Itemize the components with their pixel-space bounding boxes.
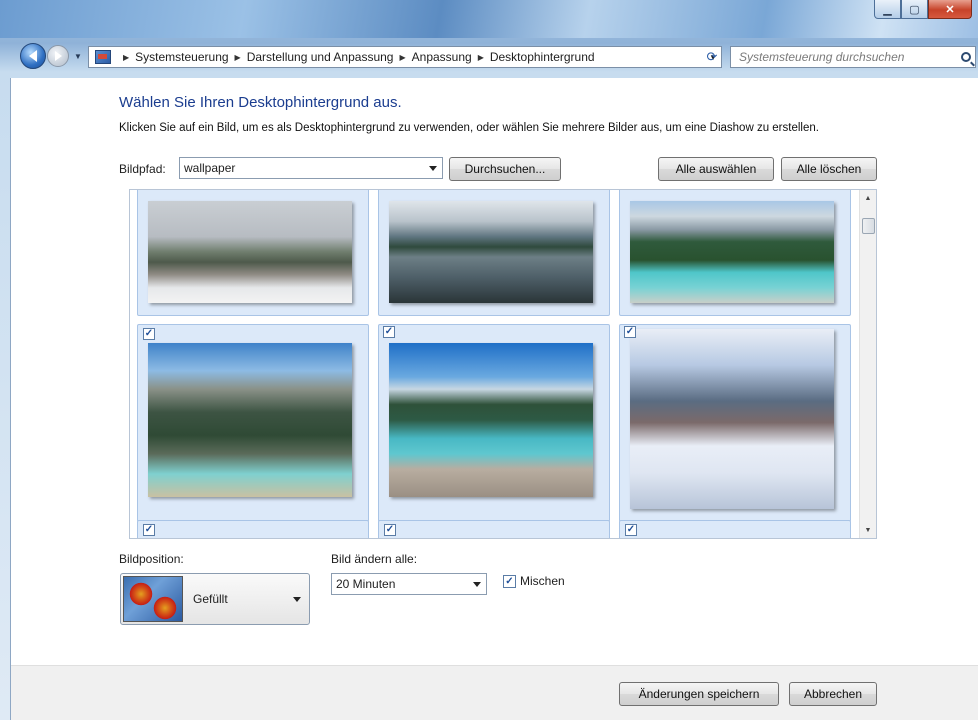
arrow-right-icon (54, 51, 62, 61)
image-gallery: ✓ ✓ ✓ ✓ ✓ ✓ ✓ ▲ (129, 189, 877, 539)
interval-value: 20 Minuten (336, 577, 396, 591)
scroll-down-icon[interactable]: ▼ (860, 522, 876, 538)
refresh-icon[interactable]: ⟳ (700, 46, 724, 68)
shuffle-label: Mischen (520, 574, 565, 588)
position-preview-thumbnail (123, 576, 183, 622)
scroll-thumb[interactable] (862, 218, 875, 234)
image-checkbox[interactable]: ✓ (384, 524, 396, 536)
save-changes-button[interactable]: Änderungen speichern (619, 682, 779, 706)
clear-all-button[interactable]: Alle löschen (781, 157, 877, 181)
wallpaper-thumbnail-snowy-garden (630, 329, 834, 509)
chevron-down-icon (473, 581, 481, 587)
image-tile[interactable]: ✓ ✓ (137, 324, 369, 538)
flower-image (152, 595, 178, 621)
close-icon[interactable]: ✕ (928, 0, 972, 19)
check-icon[interactable]: ✓ (503, 574, 516, 588)
breadcrumb-anpassung[interactable]: Anpassung (412, 50, 472, 64)
forward-button[interactable] (47, 45, 69, 67)
window: ▁ ▢ ✕ ▼ ▶ Systemsteuerung ▶ Darstellung … (0, 0, 978, 720)
minimize-icon[interactable]: ▁ (874, 0, 901, 19)
image-checkbox[interactable]: ✓ (143, 328, 155, 340)
recent-pages-dropdown-icon[interactable]: ▼ (74, 52, 82, 61)
flower-image (128, 581, 154, 607)
position-value: Gefüllt (193, 592, 228, 606)
wallpaper-thumbnail-mountain-valley (148, 343, 352, 497)
breadcrumb-arrow-icon[interactable]: ▶ (123, 53, 129, 62)
arrow-left-icon (29, 50, 37, 62)
maximize-icon[interactable]: ▢ (901, 0, 928, 19)
breadcrumb-darstellung[interactable]: Darstellung und Anpassung (247, 50, 394, 64)
select-all-button[interactable]: Alle auswählen (658, 157, 774, 181)
breadcrumb-arrow-icon[interactable]: ▶ (235, 53, 241, 62)
address-bar[interactable]: ▶ Systemsteuerung ▶ Darstellung und Anpa… (88, 46, 722, 68)
page-description: Klicken Sie auf ein Bild, um es als Desk… (119, 122, 819, 134)
image-tile[interactable] (378, 324, 610, 522)
wallpaper-thumbnail-turquoise-shore (389, 343, 593, 497)
scroll-up-icon[interactable]: ▲ (860, 190, 876, 206)
page-title: Wählen Sie Ihren Desktophintergrund aus. (119, 94, 402, 111)
search-box[interactable] (730, 46, 976, 68)
gallery-scrollbar[interactable]: ▲ ▼ (859, 190, 876, 538)
content-pane: Wählen Sie Ihren Desktophintergrund aus.… (10, 78, 978, 720)
image-tile[interactable] (137, 190, 369, 316)
image-tile[interactable]: ✓ (619, 520, 851, 538)
search-input[interactable] (737, 49, 947, 65)
path-label: Bildpfad: (119, 162, 166, 176)
wallpaper-thumbnail-snowy-lodge (148, 201, 352, 303)
image-tile[interactable]: ✓ (378, 520, 610, 538)
image-checkbox[interactable]: ✓ (383, 326, 395, 338)
chevron-down-icon (429, 165, 437, 171)
image-checkbox[interactable]: ✓ (625, 524, 637, 536)
image-tile[interactable] (619, 324, 851, 522)
wallpaper-thumbnail-turquoise-lake (630, 201, 834, 303)
image-tile[interactable] (378, 190, 610, 316)
interval-select[interactable]: 20 Minuten (331, 573, 487, 595)
title-bar: ▁ ▢ ✕ (0, 0, 978, 38)
navigation-bar: ▼ ▶ Systemsteuerung ▶ Darstellung und An… (0, 38, 978, 78)
caption-buttons: ▁ ▢ ✕ (874, 0, 972, 19)
path-select-value: wallpaper (184, 161, 236, 175)
footer: Änderungen speichern Abbrechen (11, 665, 978, 720)
browse-button[interactable]: Durchsuchen... (449, 157, 561, 181)
shuffle-checkbox[interactable]: ✓ Mischen (503, 574, 565, 588)
wallpaper-thumbnail-mountain-lake (389, 201, 593, 303)
image-tile[interactable] (619, 190, 851, 316)
interval-label: Bild ändern alle: (331, 552, 418, 566)
breadcrumb-arrow-icon[interactable]: ▶ (399, 53, 405, 62)
control-panel-icon (95, 50, 111, 64)
position-label: Bildposition: (119, 552, 184, 566)
breadcrumb-systemsteuerung[interactable]: Systemsteuerung (135, 50, 228, 64)
breadcrumb-arrow-icon[interactable]: ▶ (478, 53, 484, 62)
image-checkbox[interactable]: ✓ (624, 326, 636, 338)
back-button[interactable] (20, 43, 46, 69)
cancel-button[interactable]: Abbrechen (789, 682, 877, 706)
path-select[interactable]: wallpaper (179, 157, 443, 179)
chevron-down-icon (293, 596, 301, 602)
image-tile[interactable]: ✓ (137, 520, 369, 538)
breadcrumb-desktophintergrund[interactable]: Desktophintergrund (490, 50, 595, 64)
image-checkbox[interactable]: ✓ (143, 524, 155, 536)
search-icon[interactable] (961, 52, 971, 62)
position-select[interactable]: Gefüllt (120, 573, 310, 625)
